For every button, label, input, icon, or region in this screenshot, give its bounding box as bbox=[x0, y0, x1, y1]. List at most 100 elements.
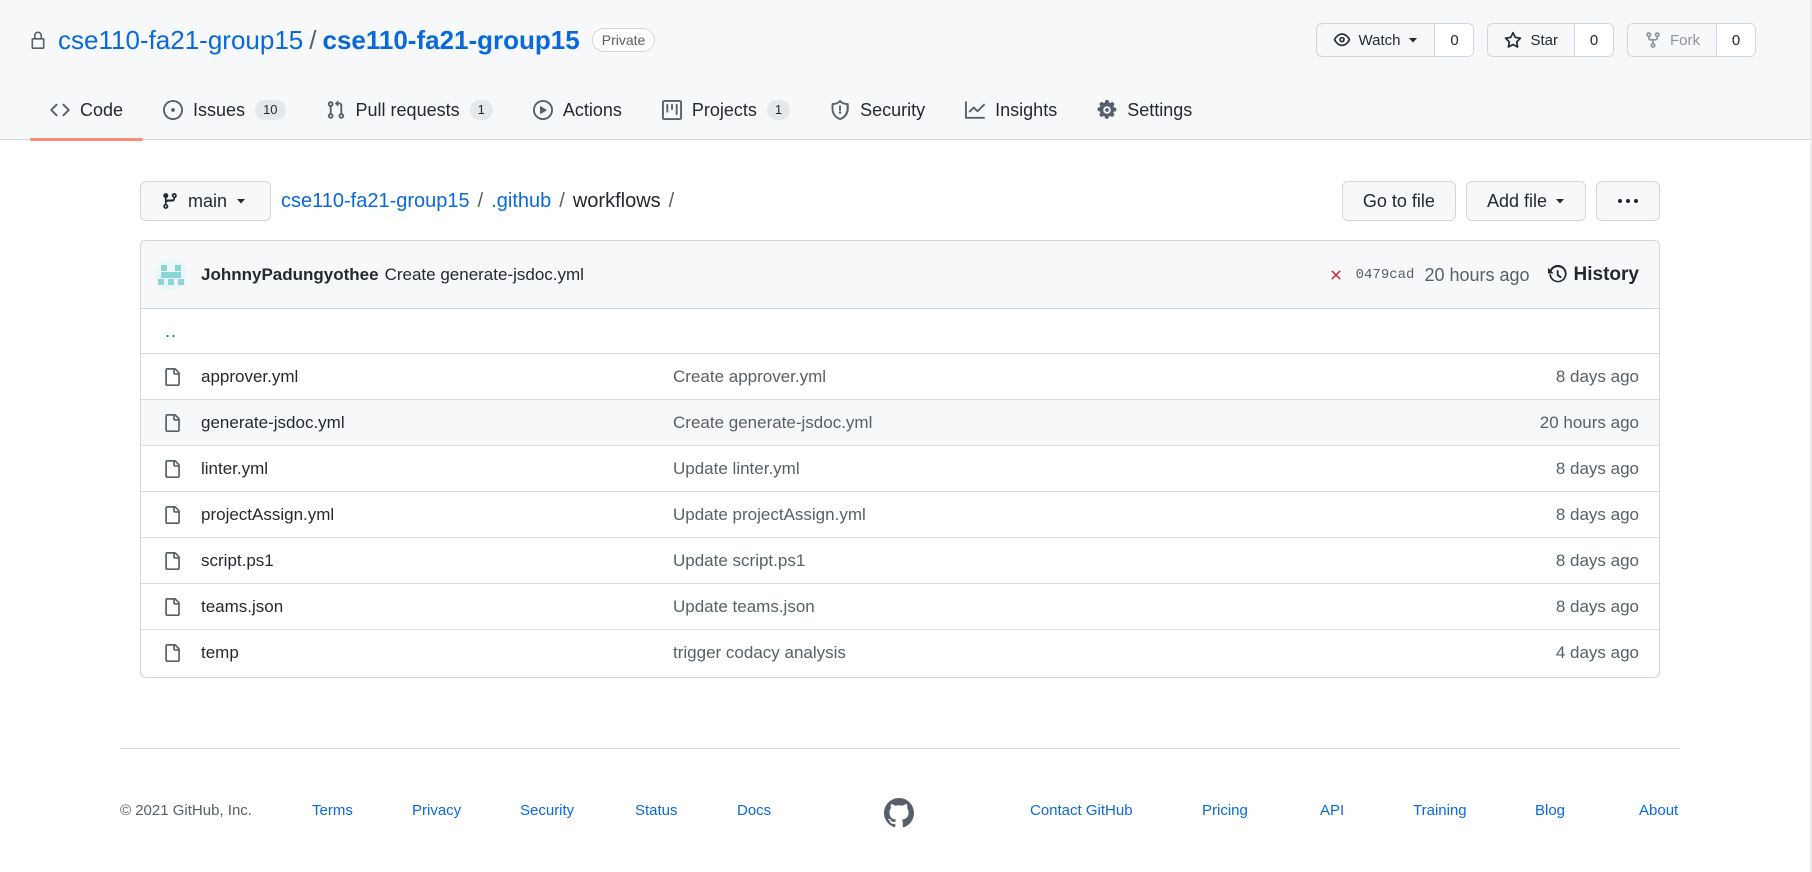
breadcrumb-current-dir: workflows bbox=[572, 189, 661, 212]
more-options-button[interactable] bbox=[1596, 181, 1660, 221]
repo-name-link[interactable]: cse110-fa21-group15 bbox=[322, 25, 579, 56]
star-icon bbox=[1504, 31, 1522, 49]
breadcrumb-repo-link[interactable]: cse110-fa21-group15 bbox=[281, 190, 470, 213]
file-row[interactable]: script.ps1 Update script.ps1 8 days ago bbox=[141, 538, 1659, 584]
file-row[interactable]: approver.yml Create approver.yml 8 days ag… bbox=[141, 354, 1659, 400]
eye-icon bbox=[1333, 31, 1351, 49]
footer-contact-link[interactable]: Contact GitHub bbox=[1030, 802, 1133, 819]
file-commit-message-link[interactable]: Update script.ps1 bbox=[673, 551, 805, 571]
file-commit-message-link[interactable]: Create approver.yml bbox=[673, 367, 826, 387]
tab-pull-requests[interactable]: Pull requests 1 bbox=[306, 88, 513, 140]
graph-icon bbox=[965, 100, 986, 120]
file-commit-message-link[interactable]: Update teams.json bbox=[673, 597, 815, 617]
repo-nav: Code Issues 10 Pull requests 1 Actions P… bbox=[30, 88, 1212, 141]
file-icon bbox=[163, 413, 181, 433]
tab-security[interactable]: Security bbox=[810, 88, 945, 140]
gear-icon bbox=[1097, 100, 1117, 120]
file-row[interactable]: temp trigger codacy analysis 4 days ago bbox=[141, 630, 1659, 676]
file-commit-age: 4 days ago bbox=[1555, 643, 1639, 662]
issue-opened-icon bbox=[163, 100, 184, 120]
file-commit-message-link[interactable]: Update linter.yml bbox=[673, 459, 800, 479]
breadcrumb-separator: / bbox=[477, 189, 484, 212]
watch-button[interactable]: Watch bbox=[1317, 24, 1436, 56]
commit-sha-link[interactable]: 0479cad bbox=[1356, 267, 1415, 283]
parent-directory-link[interactable]: .. bbox=[141, 309, 1659, 354]
fork-label: Fork bbox=[1670, 31, 1700, 49]
tab-issues[interactable]: Issues 10 bbox=[143, 88, 306, 140]
footer-docs-link[interactable]: Docs bbox=[737, 802, 771, 819]
tab-actions[interactable]: Actions bbox=[513, 88, 642, 140]
file-name-link[interactable]: script.ps1 bbox=[201, 551, 274, 571]
x-failure-icon[interactable] bbox=[1328, 267, 1344, 283]
history-icon bbox=[1547, 265, 1568, 285]
star-label: Star bbox=[1530, 31, 1558, 49]
watch-count[interactable]: 0 bbox=[1435, 24, 1474, 56]
breadcrumb-separator: / bbox=[668, 189, 675, 212]
pulls-counter: 1 bbox=[469, 100, 493, 120]
footer-about-link[interactable]: About bbox=[1639, 802, 1678, 819]
commit-message-link[interactable]: Create generate-jsdoc.yml bbox=[385, 265, 584, 285]
file-row[interactable]: linter.yml Update linter.yml 8 days ago bbox=[141, 446, 1659, 492]
star-button[interactable]: Star bbox=[1488, 24, 1575, 56]
file-name-link[interactable]: approver.yml bbox=[201, 367, 298, 387]
go-to-file-button[interactable]: Go to file bbox=[1341, 181, 1456, 221]
branch-select-button[interactable]: main bbox=[140, 181, 271, 221]
file-commit-age: 8 days ago bbox=[1555, 596, 1639, 616]
file-name-link[interactable]: temp bbox=[201, 643, 239, 663]
file-commit-message-link[interactable]: trigger codacy analysis bbox=[673, 643, 846, 663]
project-icon bbox=[661, 100, 682, 120]
footer-privacy-link[interactable]: Privacy bbox=[412, 802, 461, 819]
visibility-badge: Private bbox=[591, 28, 656, 52]
footer-security-link[interactable]: Security bbox=[520, 802, 574, 819]
footer-training-link[interactable]: Training bbox=[1413, 802, 1467, 819]
add-file-button[interactable]: Add file bbox=[1465, 181, 1586, 221]
tab-actions-label: Actions bbox=[562, 99, 622, 120]
file-row[interactable]: generate-jsdoc.yml Create generate-jsdoc.… bbox=[141, 400, 1659, 446]
issues-counter: 10 bbox=[255, 100, 286, 120]
file-commit-message-link[interactable]: Create generate-jsdoc.yml bbox=[673, 413, 872, 433]
footer-terms-link[interactable]: Terms bbox=[312, 802, 353, 819]
file-commit-message-link[interactable]: Update projectAssign.yml bbox=[673, 505, 866, 525]
tab-code[interactable]: Code bbox=[30, 88, 144, 141]
shield-icon bbox=[830, 100, 850, 120]
fork-button[interactable]: Fork bbox=[1628, 24, 1717, 56]
fork-count[interactable]: 0 bbox=[1717, 24, 1755, 56]
tab-insights[interactable]: Insights bbox=[945, 88, 1077, 140]
github-logo-icon[interactable] bbox=[884, 798, 914, 828]
file-row[interactable]: projectAssign.yml Update projectAssign.ym… bbox=[141, 492, 1659, 538]
caret-down-icon bbox=[1408, 35, 1418, 45]
breadcrumb-separator: / bbox=[559, 189, 565, 212]
footer-status-link[interactable]: Status bbox=[635, 802, 678, 819]
repo-actions: Watch 0 Star 0 Fork 0 bbox=[1315, 23, 1756, 57]
file-name-link[interactable]: generate-jsdoc.yml bbox=[201, 413, 345, 433]
file-name-link[interactable]: linter.yml bbox=[201, 459, 268, 479]
file-name-link[interactable]: projectAssign.yml bbox=[201, 505, 334, 525]
history-link[interactable]: History bbox=[1547, 264, 1639, 286]
repo-owner-link[interactable]: cse110-fa21-group15 bbox=[58, 25, 303, 56]
repo-title: cse110-fa21-group15 / cse110-fa21-group1… bbox=[30, 24, 656, 56]
file-icon bbox=[163, 643, 181, 663]
footer-pricing-link[interactable]: Pricing bbox=[1202, 802, 1248, 819]
file-navigation: main cse110-fa21-group15 / .github / wor… bbox=[140, 181, 1660, 221]
footer-api-link[interactable]: API bbox=[1320, 802, 1344, 819]
tab-insights-label: Insights bbox=[995, 99, 1058, 120]
star-button-group: Star 0 bbox=[1487, 23, 1614, 57]
file-commit-age: 20 hours ago bbox=[1539, 412, 1639, 432]
footer-divider bbox=[120, 748, 1680, 749]
commit-author-link[interactable]: JohnnyPadungyothee bbox=[201, 265, 379, 285]
tab-projects[interactable]: Projects 1 bbox=[642, 88, 810, 140]
kebab-horizontal-icon bbox=[1617, 198, 1639, 204]
star-count[interactable]: 0 bbox=[1575, 24, 1613, 56]
file-name-link[interactable]: teams.json bbox=[201, 597, 283, 617]
breadcrumb-github-dir-link[interactable]: .github bbox=[491, 190, 551, 213]
history-label: History bbox=[1573, 264, 1639, 285]
repo-forked-icon bbox=[1644, 31, 1662, 49]
file-row[interactable]: teams.json Update teams.json 8 days ago bbox=[141, 584, 1659, 630]
footer-blog-link[interactable]: Blog bbox=[1535, 802, 1565, 819]
tab-settings[interactable]: Settings bbox=[1077, 88, 1212, 140]
repo-title-separator: / bbox=[309, 24, 317, 55]
file-commit-age: 8 days ago bbox=[1555, 366, 1639, 386]
file-icon bbox=[163, 367, 181, 387]
avatar[interactable] bbox=[155, 258, 187, 291]
add-file-label: Add file bbox=[1486, 190, 1547, 211]
